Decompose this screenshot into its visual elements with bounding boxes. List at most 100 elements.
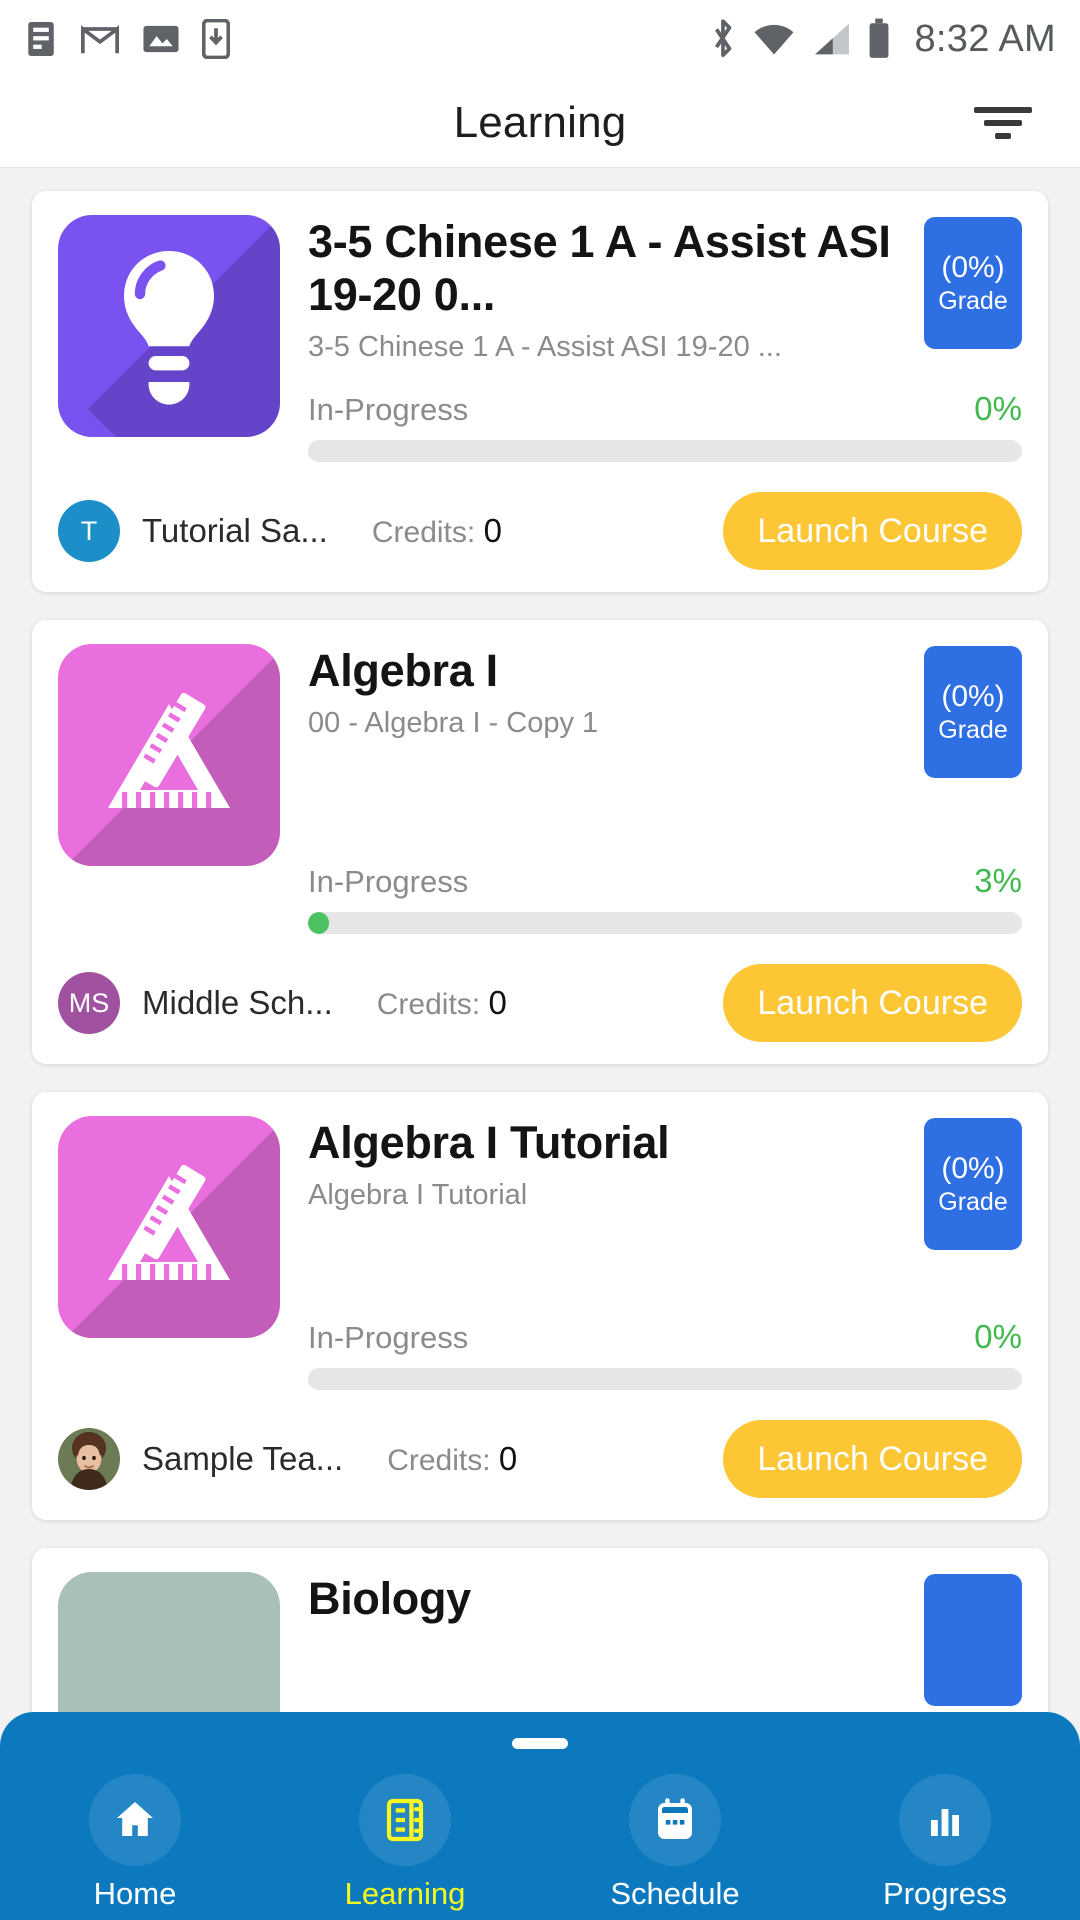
instructor-name: Middle Sch... <box>142 984 333 1022</box>
avatar-photo <box>58 1428 120 1491</box>
progress-section: In-Progress 3% <box>308 862 1022 935</box>
course-list[interactable]: 3-5 Chinese 1 A - Assist ASI 19-20 0... … <box>0 169 1080 1920</box>
course-title: Algebra I <box>308 645 498 697</box>
progress-percent: 0% <box>974 1318 1022 1356</box>
avatar-initials: MS <box>68 987 110 1018</box>
gmail-icon <box>81 25 119 54</box>
progress-header: In-Progress 0% <box>308 1318 1022 1356</box>
wifi-icon <box>754 24 794 55</box>
status-text: In-Progress <box>308 864 469 900</box>
course-title-block: Algebra I 00 - Algebra I - Copy 1 <box>308 644 924 740</box>
bottom-navigation: Home Learning Schedule Progress <box>0 1712 1080 1920</box>
course-subtitle: 3-5 Chinese 1 A - Assist ASI 19-20 ... <box>308 331 782 364</box>
progress-header: In-Progress 0% <box>308 390 1022 428</box>
grade-label: Grade <box>938 715 1008 744</box>
nav-label-learning: Learning <box>344 1876 466 1911</box>
course-card-footer: T Tutorial Sa... Credits: 0 Launch Cours… <box>58 492 1022 571</box>
page-title: Learning <box>453 97 627 147</box>
nav-label-schedule: Schedule <box>610 1876 740 1911</box>
course-card[interactable]: Algebra I 00 - Algebra I - Copy 1 (0%) G… <box>32 620 1048 1065</box>
nav-label-home: Home <box>93 1876 177 1911</box>
learning-screen: 8:32 AM Learning 3-5 Chinese 1 A - Assis… <box>0 0 1080 1920</box>
filter-bar-top <box>974 106 1032 113</box>
ruler-triangle-icon <box>58 644 280 867</box>
avatar-initials: T <box>80 515 98 546</box>
credits-value: 0 <box>488 984 507 1022</box>
news-icon <box>28 22 54 56</box>
grade-value: (0%) <box>941 679 1005 713</box>
launch-course-button[interactable]: Launch Course <box>723 1420 1022 1499</box>
lightbulb-icon <box>58 215 280 437</box>
course-title-row: Algebra I Tutorial Algebra I Tutorial (0… <box>308 1116 1022 1251</box>
nav-item-learning[interactable]: Learning <box>270 1774 540 1912</box>
progress-header: In-Progress 3% <box>308 862 1022 900</box>
nav-label-progress: Progress <box>882 1876 1008 1911</box>
avatar[interactable]: T <box>58 500 120 563</box>
nav-item-home[interactable]: Home <box>0 1774 270 1912</box>
grade-value: (0%) <box>941 250 1005 284</box>
course-title-partial: Biology <box>308 1573 471 1625</box>
course-title-row: Algebra I 00 - Algebra I - Copy 1 (0%) G… <box>308 644 1022 779</box>
drag-handle[interactable] <box>512 1738 568 1749</box>
progress-bar <box>308 1368 1022 1391</box>
course-info: 3-5 Chinese 1 A - Assist ASI 19-20 0... … <box>280 215 1022 463</box>
credits-label: Credits: <box>371 516 476 550</box>
grade-badge[interactable] <box>924 1574 1022 1707</box>
status-text: In-Progress <box>308 1320 469 1356</box>
course-subtitle: Algebra I Tutorial <box>308 1179 528 1212</box>
cellular-signal-icon <box>815 23 850 55</box>
status-system-icons: 8:32 AM <box>710 18 1056 61</box>
launch-course-button[interactable]: Launch Course <box>723 492 1022 571</box>
status-time: 8:32 AM <box>914 17 1056 60</box>
course-card-footer: MS Middle Sch... Credits: 0 Launch Cours… <box>58 964 1022 1043</box>
progress-percent: 0% <box>974 390 1022 428</box>
grade-badge[interactable]: (0%) Grade <box>924 217 1022 349</box>
photos-icon <box>143 25 179 53</box>
avatar[interactable] <box>58 1428 120 1491</box>
credits-label: Credits: <box>376 988 481 1022</box>
filter-bar-bottom <box>995 132 1011 139</box>
credits: Credits: 0 <box>372 512 502 550</box>
course-title-block: Algebra I Tutorial Algebra I Tutorial <box>308 1116 924 1212</box>
status-bar: 8:32 AM <box>0 0 1080 78</box>
filter-bar-middle <box>984 119 1022 126</box>
progress-section: In-Progress 0% <box>308 390 1022 463</box>
book-icon <box>359 1774 451 1866</box>
course-card[interactable]: Algebra I Tutorial Algebra I Tutorial (0… <box>32 1092 1048 1521</box>
credits: Credits: 0 <box>377 984 507 1022</box>
progress-fill <box>308 912 330 935</box>
status-notification-icons <box>24 19 230 59</box>
course-subtitle: 00 - Algebra I - Copy 1 <box>308 707 599 740</box>
course-title-block: 3-5 Chinese 1 A - Assist ASI 19-20 0... … <box>308 215 924 364</box>
instructor-name: Tutorial Sa... <box>142 512 328 550</box>
progress-bar <box>308 912 1022 935</box>
course-title-row: Biology <box>308 1572 1022 1707</box>
credits: Credits: 0 <box>387 1440 517 1478</box>
grade-badge[interactable]: (0%) Grade <box>924 1118 1022 1251</box>
course-title-row: 3-5 Chinese 1 A - Assist ASI 19-20 0... … <box>308 215 1022 364</box>
avatar[interactable]: MS <box>58 972 120 1035</box>
grade-value: (0%) <box>941 1151 1005 1185</box>
credits-label: Credits: <box>387 1444 491 1478</box>
course-card-top: Algebra I Tutorial Algebra I Tutorial (0… <box>58 1116 1022 1391</box>
credits-value: 0 <box>483 512 502 550</box>
grade-badge[interactable]: (0%) Grade <box>924 646 1022 779</box>
progress-section: In-Progress 0% <box>308 1318 1022 1391</box>
nav-item-schedule[interactable]: Schedule <box>540 1774 810 1912</box>
progress-bar <box>308 440 1022 463</box>
filter-icon[interactable] <box>972 101 1034 145</box>
home-icon <box>89 1774 181 1866</box>
download-icon <box>202 19 230 59</box>
app-bar: Learning <box>0 78 1080 168</box>
bluetooth-icon <box>715 19 732 58</box>
progress-percent: 3% <box>974 862 1022 900</box>
course-card[interactable]: 3-5 Chinese 1 A - Assist ASI 19-20 0... … <box>32 191 1048 593</box>
nav-item-progress[interactable]: Progress <box>810 1774 1080 1912</box>
instructor-name: Sample Tea... <box>142 1440 344 1478</box>
grade-label: Grade <box>938 1187 1008 1216</box>
grade-label: Grade <box>938 286 1008 315</box>
calendar-icon <box>629 1774 721 1866</box>
launch-course-button[interactable]: Launch Course <box>723 964 1022 1043</box>
course-title-block: Biology <box>308 1572 924 1625</box>
course-info: Algebra I 00 - Algebra I - Copy 1 (0%) G… <box>280 644 1022 935</box>
